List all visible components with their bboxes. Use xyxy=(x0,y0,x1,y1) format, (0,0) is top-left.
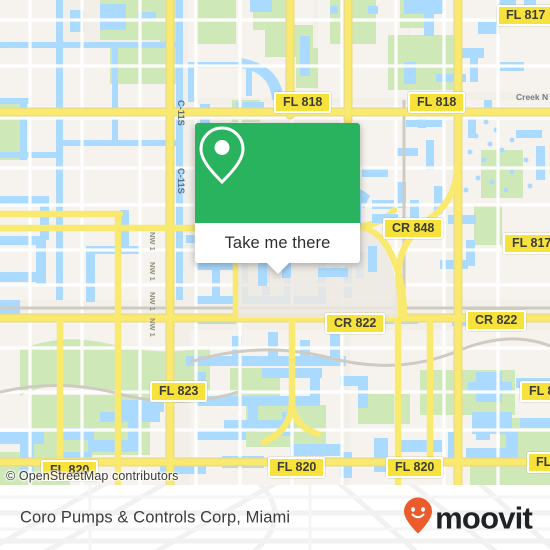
road-shield[interactable]: CR 822 xyxy=(325,313,386,334)
canal-label: C-11S xyxy=(176,100,186,127)
street-label: NW 1 xyxy=(148,318,157,337)
map-attribution[interactable]: © OpenStreetMap contributors xyxy=(6,469,179,483)
road-shield[interactable]: FL 81 xyxy=(520,381,550,402)
footer-bar: Coro Pumps & Controls Corp, Miami moovit xyxy=(0,485,550,550)
take-me-there-label: Take me there xyxy=(224,233,331,252)
road-shield[interactable]: FL 818 xyxy=(274,92,332,113)
road-shield[interactable]: FL 817 xyxy=(503,233,550,254)
road-shield[interactable]: FL 820 xyxy=(527,452,550,473)
moovit-pin-smiley-icon xyxy=(403,496,433,539)
location-popup-card[interactable]: Take me there xyxy=(195,123,360,274)
street-label: NW 1 xyxy=(148,232,157,251)
screenshot-root: C-11S C-11S NW 1 NW 1 NW 1 NW 1 Creek N … xyxy=(0,0,550,550)
popup-action-area[interactable]: Take me there xyxy=(195,223,360,263)
road-shield[interactable]: FL 820 xyxy=(386,457,444,478)
canal-label: C-11S xyxy=(176,168,186,195)
map-canvas[interactable]: C-11S C-11S NW 1 NW 1 NW 1 NW 1 Creek N … xyxy=(0,0,550,485)
page-title: Coro Pumps & Controls Corp, Miami xyxy=(20,508,291,526)
popup-tail xyxy=(266,263,289,274)
street-label: NW 1 xyxy=(148,262,157,281)
road-shield[interactable]: FL 823 xyxy=(150,381,208,402)
moovit-wordmark: moovit xyxy=(435,500,533,535)
popup-icon-area xyxy=(195,123,360,223)
moovit-brand[interactable]: moovit xyxy=(403,496,533,539)
road-shield[interactable]: CR 848 xyxy=(383,218,444,239)
street-label: NW 1 xyxy=(148,292,157,311)
road-shield[interactable]: FL 818 xyxy=(408,92,466,113)
road-shield[interactable]: CR 822 xyxy=(466,310,527,331)
road-shield[interactable]: FL 817 xyxy=(497,5,550,26)
feature-label-creek: Creek N xyxy=(516,92,549,102)
road-shield[interactable]: FL 820 xyxy=(268,457,326,478)
